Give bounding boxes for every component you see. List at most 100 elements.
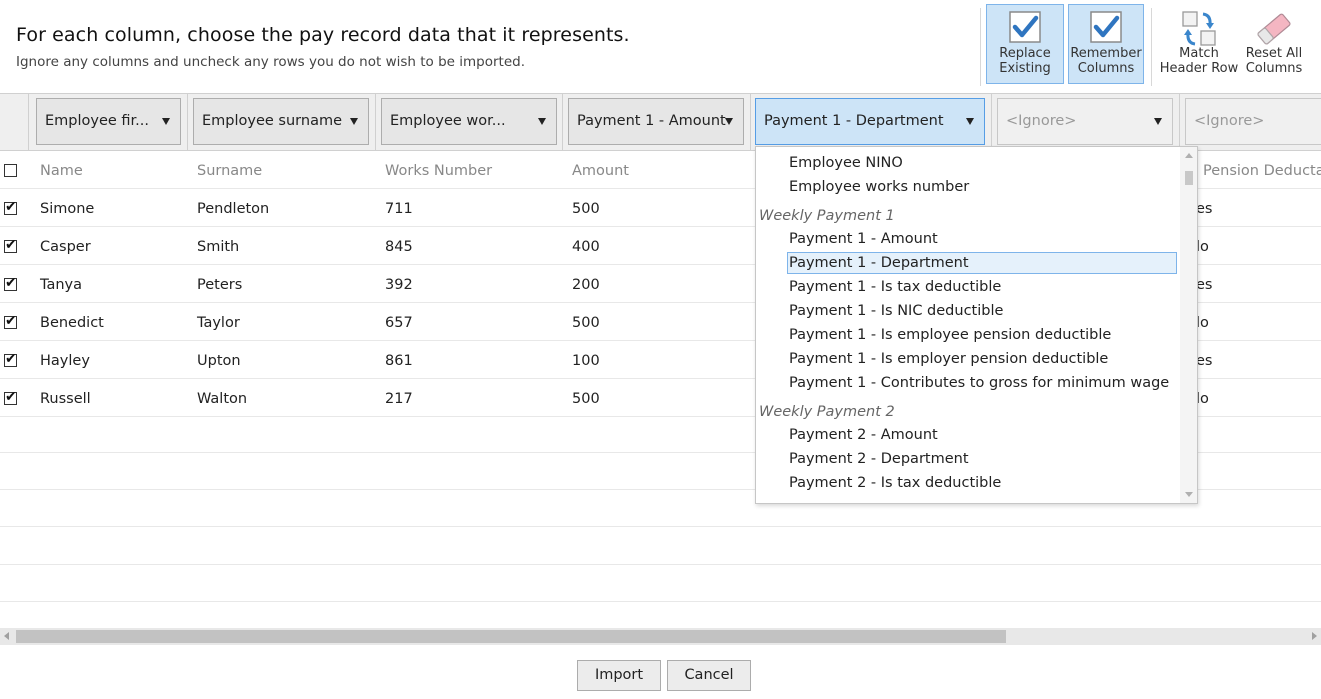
scrollbar-thumb[interactable]: [1185, 171, 1193, 185]
scroll-right-icon[interactable]: [1312, 632, 1317, 640]
select-all-checkbox[interactable]: [4, 164, 17, 177]
column-select-3[interactable]: Employee wor...: [381, 98, 557, 145]
page-title: For each column, choose the pay record d…: [16, 24, 630, 46]
column-divider: [991, 93, 992, 151]
column-header-name: Name: [40, 163, 83, 179]
cell-name: Simone: [40, 201, 95, 217]
column-divider: [187, 93, 188, 151]
column-select-value: Employee surname: [202, 113, 342, 129]
dropdown-item[interactable]: Payment 1 - Is NIC deductible: [789, 303, 1003, 319]
replace-existing-label-1: Replace: [999, 46, 1051, 61]
row-divider: [0, 601, 1321, 602]
toolbar-divider: [980, 8, 981, 86]
column-header-amount: Amount: [572, 163, 629, 179]
column-options-dropdown[interactable]: Employee NINO Employee works number Week…: [755, 146, 1198, 504]
dropdown-arrow-icon: [725, 118, 733, 125]
column-divider: [1179, 93, 1180, 151]
dropdown-item[interactable]: Payment 2 - Is tax deductible: [789, 475, 1001, 491]
match-header-row-label-2: Header Row: [1159, 61, 1239, 76]
dropdown-arrow-icon: [350, 118, 358, 125]
row-checkbox[interactable]: [4, 237, 17, 253]
cell-name: Hayley: [40, 353, 90, 369]
row-checkbox[interactable]: [4, 389, 17, 405]
column-header-pension-deductible: Pension Deductab: [1203, 163, 1321, 179]
horizontal-scrollbar[interactable]: [0, 628, 1321, 645]
cell-works-number: 861: [385, 353, 413, 369]
cell-amount: 200: [572, 277, 600, 293]
dropdown-item[interactable]: Payment 1 - Contributes to gross for min…: [789, 375, 1169, 391]
column-divider: [375, 93, 376, 151]
import-button[interactable]: Import: [577, 660, 661, 691]
cell-amount: 500: [572, 391, 600, 407]
column-select-7[interactable]: <Ignore>: [1185, 98, 1321, 145]
cell-pension: es: [1196, 201, 1213, 217]
dropdown-arrow-icon: [966, 118, 974, 125]
cell-works-number: 392: [385, 277, 413, 293]
match-header-row-label-1: Match: [1179, 46, 1219, 61]
dropdown-item[interactable]: Employee works number: [789, 179, 969, 195]
column-select-value: Payment 1 - Amount: [577, 113, 726, 129]
checkbox-check-icon: [1009, 11, 1041, 43]
cell-pension: es: [1196, 277, 1213, 293]
match-header-row-button[interactable]: Match Header Row: [1158, 4, 1240, 84]
scroll-down-icon[interactable]: [1185, 492, 1193, 497]
column-select-value: Payment 1 - Department: [764, 113, 944, 129]
row-checkbox[interactable]: [4, 275, 17, 291]
row-divider: [0, 526, 1321, 527]
column-select-6[interactable]: <Ignore>: [997, 98, 1173, 145]
cell-amount: 500: [572, 315, 600, 331]
scroll-left-icon[interactable]: [4, 632, 9, 640]
reset-all-columns-button[interactable]: Reset All Columns: [1242, 4, 1306, 84]
column-select-value: <Ignore>: [1194, 113, 1265, 129]
dropdown-item[interactable]: Payment 1 - Is employee pension deductib…: [789, 327, 1111, 343]
cell-surname: Pendleton: [197, 201, 270, 217]
reset-all-columns-label-1: Reset All: [1245, 46, 1303, 61]
cell-amount: 500: [572, 201, 600, 217]
dropdown-arrow-icon: [162, 118, 170, 125]
column-select-2[interactable]: Employee surname: [193, 98, 369, 145]
column-header-works-number: Works Number: [385, 163, 493, 179]
scrollbar-thumb[interactable]: [16, 630, 1006, 643]
remember-columns-label-1: Remember: [1070, 46, 1142, 61]
column-select-5[interactable]: Payment 1 - Department: [755, 98, 985, 145]
dropdown-item[interactable]: Payment 1 - Is tax deductible: [789, 279, 1001, 295]
toolbar-divider: [1151, 8, 1152, 86]
column-divider: [28, 93, 29, 151]
cell-surname: Smith: [197, 239, 240, 255]
scroll-up-icon[interactable]: [1185, 153, 1193, 158]
dropdown-item[interactable]: Employee NINO: [789, 155, 903, 171]
cell-name: Benedict: [40, 315, 104, 331]
row-checkbox[interactable]: [4, 313, 17, 329]
cell-surname: Peters: [197, 277, 243, 293]
page-subtitle: Ignore any columns and uncheck any rows …: [16, 54, 525, 70]
dropdown-item[interactable]: Payment 2 - Department: [789, 451, 969, 467]
dropdown-group-header: Weekly Payment 1: [759, 208, 895, 224]
dropdown-item[interactable]: Payment 1 - Is employer pension deductib…: [789, 351, 1108, 367]
remember-columns-label-2: Columns: [1077, 61, 1135, 76]
cell-amount: 400: [572, 239, 600, 255]
cancel-button[interactable]: Cancel: [667, 660, 751, 691]
dropdown-item[interactable]: Payment 1 - Amount: [789, 231, 938, 247]
dropdown-item-selected[interactable]: Payment 1 - Department: [789, 255, 969, 271]
cell-works-number: 217: [385, 391, 413, 407]
dropdown-arrow-icon: [538, 118, 546, 125]
cell-works-number: 845: [385, 239, 413, 255]
cell-surname: Upton: [197, 353, 241, 369]
cell-works-number: 711: [385, 201, 413, 217]
row-checkbox[interactable]: [4, 351, 17, 367]
column-header-surname: Surname: [197, 163, 263, 179]
cell-surname: Walton: [197, 391, 248, 407]
column-select-4[interactable]: Payment 1 - Amount: [568, 98, 744, 145]
checkbox-check-icon: [1090, 11, 1122, 43]
replace-existing-button[interactable]: Replace Existing: [986, 4, 1064, 84]
remember-columns-button[interactable]: Remember Columns: [1068, 4, 1144, 84]
column-select-value: <Ignore>: [1006, 113, 1077, 129]
column-select-1[interactable]: Employee fir...: [36, 98, 181, 145]
dropdown-item[interactable]: Payment 2 - Amount: [789, 427, 938, 443]
cell-pension: es: [1196, 353, 1213, 369]
eraser-icon: [1257, 13, 1291, 45]
dropdown-item-partial: [789, 147, 794, 149]
row-checkbox[interactable]: [4, 199, 17, 215]
match-rows-icon: [1182, 11, 1216, 46]
dropdown-scrollbar[interactable]: [1180, 147, 1197, 503]
